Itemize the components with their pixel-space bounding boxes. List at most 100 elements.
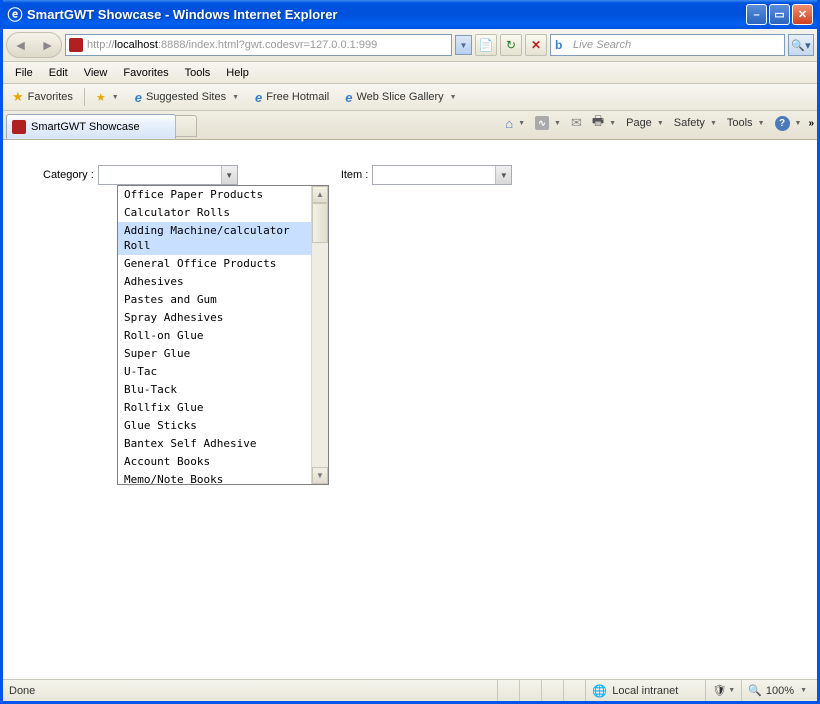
hotmail-label: Free Hotmail — [266, 91, 329, 103]
new-tab-button[interactable] — [175, 115, 197, 137]
dropdown-option[interactable]: Adding Machine/calculator Roll — [118, 222, 311, 255]
ie-icon: ⓔ — [7, 7, 23, 23]
chevron-down-icon: ▼ — [609, 120, 616, 127]
forward-button[interactable]: ► — [34, 33, 61, 57]
scroll-track[interactable] — [312, 243, 328, 467]
chevron-down-icon: ▼ — [710, 120, 717, 127]
page-label: Page — [626, 117, 652, 129]
command-bar: ⌂▼ ∿▼ ✉ 🖶▼ Page▼ Safety▼ Tools▼ ?▼ » — [502, 110, 814, 139]
menu-tools[interactable]: Tools — [177, 62, 219, 83]
maximize-button[interactable]: ▭ — [769, 4, 790, 25]
navbar: ◄ ► http://localhost:8888/index.html?gwt… — [3, 29, 817, 62]
dropdown-option[interactable]: Super Glue — [118, 345, 311, 363]
star-icon: ★ — [12, 89, 24, 105]
address-bar[interactable]: http://localhost:8888/index.html?gwt.cod… — [65, 34, 452, 56]
protected-mode[interactable]: 🛡 ▼ — [705, 680, 741, 701]
menu-edit[interactable]: Edit — [41, 62, 76, 83]
more-commands[interactable]: » — [808, 118, 814, 129]
dropdown-option[interactable]: U-Tac — [118, 363, 311, 381]
chevron-down-icon: ▼ — [112, 94, 119, 101]
favorites-button[interactable]: ★ Favorites — [7, 87, 78, 107]
page-menu[interactable]: Page▼ — [623, 115, 667, 131]
search-go-button[interactable]: 🔍▾ — [788, 34, 814, 56]
menu-view[interactable]: View — [76, 62, 116, 83]
scroll-thumb[interactable] — [312, 203, 328, 243]
security-zone[interactable]: 🌐 Local intranet — [585, 680, 705, 701]
mail-icon: ✉ — [571, 115, 582, 131]
help-button[interactable]: ?▼ — [772, 114, 805, 133]
ie-e-icon: e — [345, 90, 352, 105]
item-dropdown-button[interactable]: ▼ — [495, 166, 511, 184]
dropdown-option[interactable]: Glue Sticks — [118, 417, 311, 435]
stop-button[interactable]: ✕ — [525, 34, 547, 56]
favicon-icon — [69, 38, 83, 52]
dropdown-option[interactable]: Spray Adhesives — [118, 309, 311, 327]
free-hotmail-button[interactable]: e Free Hotmail — [250, 88, 334, 107]
category-dropdown-button[interactable]: ▼ — [221, 166, 237, 184]
print-button[interactable]: 🖶▼ — [589, 110, 619, 136]
dropdown-option[interactable]: Roll-on Glue — [118, 327, 311, 345]
refresh-button[interactable]: ↻ — [500, 34, 522, 56]
category-label: Category : — [43, 169, 94, 181]
menu-favorites[interactable]: Favorites — [115, 62, 176, 83]
home-button[interactable]: ⌂▼ — [502, 114, 528, 133]
menu-file[interactable]: File — [7, 62, 41, 83]
separator — [84, 88, 85, 106]
safety-menu[interactable]: Safety ▼ — [671, 115, 720, 131]
dropdown-option[interactable]: Bantex Self Adhesive — [118, 435, 311, 453]
zone-label: Local intranet — [612, 685, 678, 697]
dropdown-option[interactable]: Calculator Rolls — [118, 204, 311, 222]
dropdown-option[interactable]: Blu-Tack — [118, 381, 311, 399]
menubar: File Edit View Favorites Tools Help — [3, 62, 817, 84]
dropdown-scrollbar[interactable]: ▲ ▼ — [311, 186, 328, 484]
print-icon: 🖶 — [592, 112, 604, 134]
globe-icon: 🌐 — [592, 684, 607, 698]
address-dropdown[interactable]: ▼ — [455, 35, 472, 55]
search-placeholder: Live Search — [573, 39, 631, 51]
category-select[interactable]: ▼ — [98, 165, 238, 185]
url-prefix: http:// — [87, 39, 115, 51]
zoom-control[interactable]: 🔍 100% ▼ — [741, 680, 813, 701]
item-select[interactable]: ▼ — [372, 165, 512, 185]
rss-icon: ∿ — [535, 116, 549, 130]
zoom-value: 100% — [766, 685, 794, 697]
back-button[interactable]: ◄ — [7, 33, 34, 57]
chevron-down-icon: ▼ — [728, 687, 735, 694]
magnifier-icon: 🔍 — [748, 684, 762, 697]
tab-active[interactable]: SmartGWT Showcase — [6, 114, 176, 139]
add-favorite-button[interactable]: ★ ▼ — [91, 89, 124, 106]
search-box[interactable]: b Live Search — [550, 34, 785, 56]
status-cell — [563, 680, 585, 701]
chevron-down-icon: ▼ — [518, 120, 525, 127]
menu-help[interactable]: Help — [218, 62, 257, 83]
dropdown-option[interactable]: Account Books — [118, 453, 311, 471]
help-icon: ? — [775, 116, 790, 131]
close-button[interactable]: ✕ — [792, 4, 813, 25]
status-cell — [497, 680, 519, 701]
favicon-icon — [12, 120, 26, 134]
dropdown-option[interactable]: General Office Products — [118, 255, 311, 273]
shield-icon: 🛡 — [712, 684, 726, 697]
scroll-down-button[interactable]: ▼ — [312, 467, 328, 484]
ie-e-icon: e — [135, 90, 142, 105]
item-field: Item : ▼ — [341, 165, 513, 185]
tab-title: SmartGWT Showcase — [31, 121, 140, 133]
dropdown-option[interactable]: Pastes and Gum — [118, 291, 311, 309]
web-slice-button[interactable]: e Web Slice Gallery ▼ — [340, 88, 461, 107]
tools-menu[interactable]: Tools▼ — [724, 115, 768, 131]
dropdown-option[interactable]: Memo/Note Books — [118, 471, 311, 484]
dropdown-option[interactable]: Rollfix Glue — [118, 399, 311, 417]
scroll-up-button[interactable]: ▲ — [312, 186, 328, 203]
suggested-sites-button[interactable]: e Suggested Sites ▼ — [130, 88, 244, 107]
mail-button[interactable]: ✉ — [568, 113, 585, 133]
window-title: SmartGWT Showcase - Windows Internet Exp… — [27, 7, 746, 22]
chevron-down-icon: ▼ — [795, 120, 802, 127]
tools-label: Tools — [727, 117, 753, 129]
safety-label: Safety — [674, 117, 705, 129]
dropdown-option[interactable]: Adhesives — [118, 273, 311, 291]
dropdown-option[interactable]: Office Paper Products — [118, 186, 311, 204]
minimize-button[interactable]: – — [746, 4, 767, 25]
rss-button[interactable]: ∿▼ — [532, 114, 564, 132]
compat-button[interactable]: 📄 — [475, 34, 497, 56]
tabbar: SmartGWT Showcase ⌂▼ ∿▼ ✉ 🖶▼ Page▼ Safet… — [3, 111, 817, 140]
